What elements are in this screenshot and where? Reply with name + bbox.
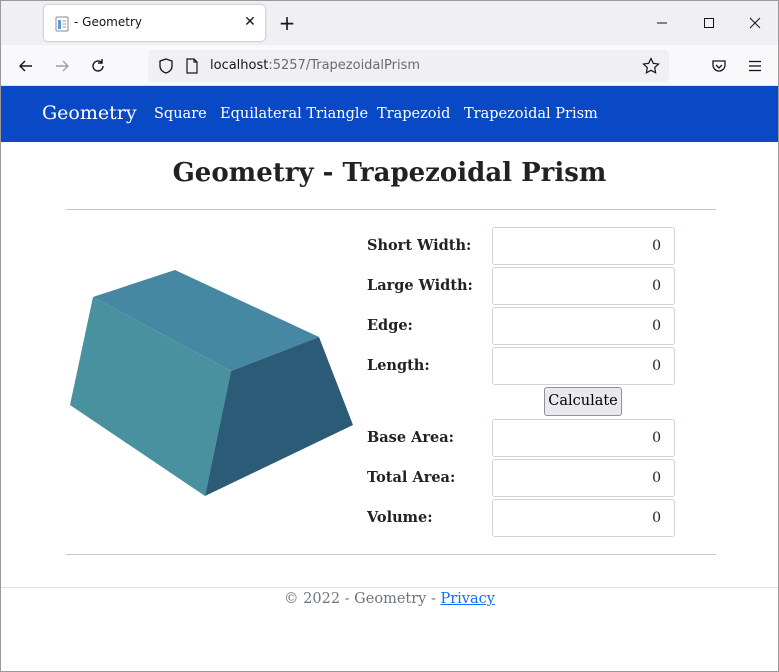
page-title: Geometry - Trapezoidal Prism bbox=[172, 158, 607, 188]
footer: © 2022 - Geometry - Privacy bbox=[1, 591, 778, 607]
url-path: :5257/TrapezoidalPrism bbox=[268, 58, 421, 73]
large-width-label: Large Width: bbox=[367, 277, 473, 294]
pocket-icon[interactable] bbox=[706, 53, 732, 79]
privacy-link[interactable]: Privacy bbox=[440, 591, 494, 607]
forward-arrow-icon[interactable] bbox=[49, 53, 75, 79]
url-host: localhost bbox=[210, 58, 269, 73]
page-info-icon[interactable] bbox=[185, 58, 199, 74]
browser-toolbar: localhost:5257/TrapezoidalPrism bbox=[1, 45, 778, 86]
address-bar[interactable]: localhost:5257/TrapezoidalPrism bbox=[148, 50, 669, 82]
reload-icon[interactable] bbox=[85, 53, 111, 79]
total-area-label: Total Area: bbox=[367, 469, 456, 486]
footer-border bbox=[1, 587, 778, 588]
tab-strip: - Geometry ✕ + bbox=[1, 1, 778, 45]
back-arrow-icon[interactable] bbox=[13, 53, 39, 79]
large-width-input[interactable]: 0 bbox=[492, 267, 675, 305]
tab-title: - Geometry bbox=[74, 15, 142, 29]
base-area-label: Base Area: bbox=[367, 429, 454, 446]
base-area-output[interactable]: 0 bbox=[492, 419, 675, 457]
browser-window: - Geometry ✕ + localhost:5257/Trapezoida… bbox=[0, 0, 779, 672]
trapezoidal-prism-image bbox=[70, 270, 353, 496]
close-window-icon[interactable] bbox=[732, 1, 778, 45]
nav-link-square[interactable]: Square bbox=[154, 106, 207, 122]
maximize-icon[interactable] bbox=[686, 1, 732, 45]
divider-bottom bbox=[66, 554, 716, 555]
new-tab-button[interactable]: + bbox=[276, 12, 298, 34]
length-label: Length: bbox=[367, 357, 430, 374]
volume-output[interactable]: 0 bbox=[492, 499, 675, 537]
volume-label: Volume: bbox=[367, 509, 433, 526]
total-area-output[interactable]: 0 bbox=[492, 459, 675, 497]
edge-label: Edge: bbox=[367, 317, 413, 334]
nav-link-equilateral-triangle[interactable]: Equilateral Triangle bbox=[220, 106, 368, 122]
short-width-label: Short Width: bbox=[367, 237, 472, 254]
length-input[interactable]: 0 bbox=[492, 347, 675, 385]
calculate-button[interactable]: Calculate bbox=[544, 387, 622, 416]
divider-top bbox=[66, 209, 716, 210]
brand-link[interactable]: Geometry bbox=[42, 102, 137, 124]
close-tab-icon[interactable]: ✕ bbox=[240, 12, 260, 32]
shield-icon[interactable] bbox=[157, 57, 175, 75]
short-width-input[interactable]: 0 bbox=[492, 227, 675, 265]
nav-link-trapezoidal-prism[interactable]: Trapezoidal Prism bbox=[464, 106, 598, 122]
minimize-icon[interactable] bbox=[639, 1, 685, 45]
edge-input[interactable]: 0 bbox=[492, 307, 675, 345]
bookmark-star-icon[interactable] bbox=[641, 56, 661, 76]
page-icon bbox=[55, 16, 69, 32]
nav-link-trapezoid[interactable]: Trapezoid bbox=[377, 106, 450, 122]
browser-tab[interactable]: - Geometry ✕ bbox=[44, 5, 265, 41]
site-navbar: Geometry Square Equilateral Triangle Tra… bbox=[1, 86, 778, 142]
footer-text: © 2022 - Geometry - bbox=[284, 591, 441, 607]
menu-icon[interactable] bbox=[742, 53, 768, 79]
url-text[interactable]: localhost:5257/TrapezoidalPrism bbox=[210, 58, 420, 73]
